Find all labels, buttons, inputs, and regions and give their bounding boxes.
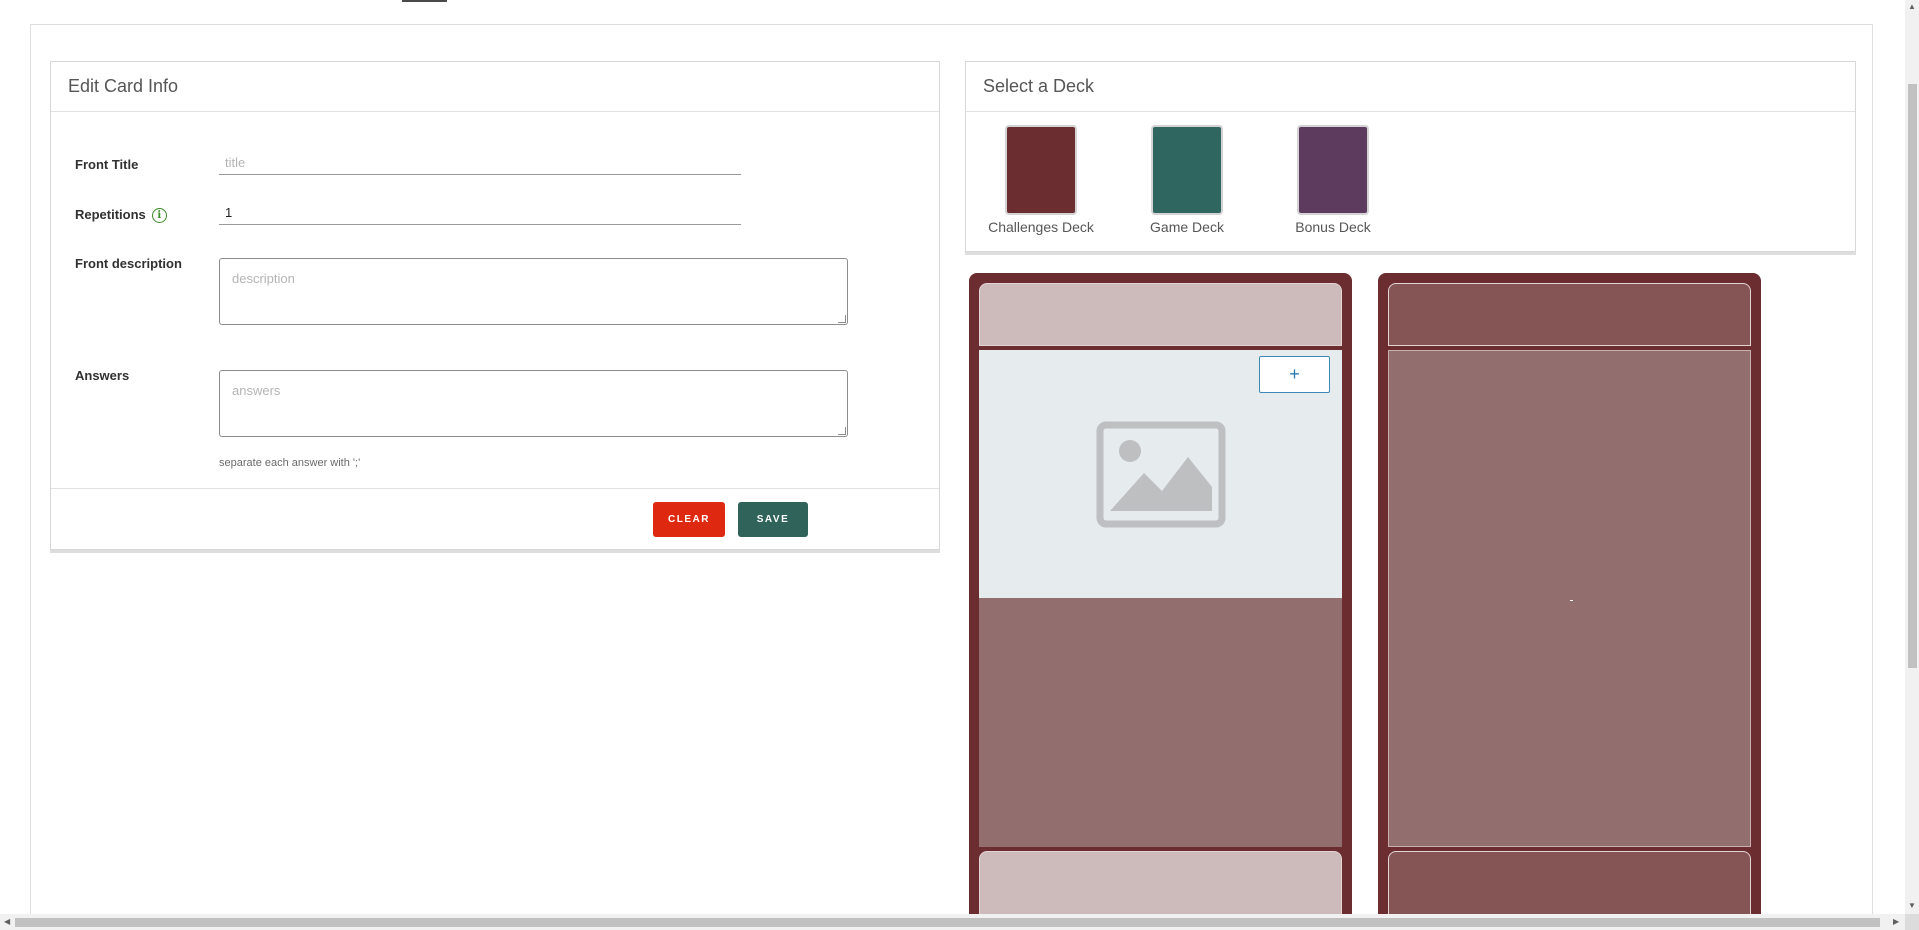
answers-hint: separate each answer with ';'	[219, 457, 361, 469]
deck-option-game[interactable]: Game Deck	[1127, 125, 1247, 235]
card-back-header[interactable]	[1388, 283, 1751, 346]
image-placeholder-icon	[1096, 421, 1226, 528]
front-title-input[interactable]	[219, 151, 741, 175]
scroll-up-icon[interactable]: ▲	[1908, 3, 1916, 11]
deck-select-panel: Select a Deck Challenges Deck Game Deck …	[965, 61, 1856, 252]
front-title-label: Front Title	[75, 157, 139, 172]
card-front-preview: +	[969, 273, 1352, 930]
edit-card-header: Edit Card Info	[51, 62, 939, 112]
deck-label: Challenges Deck	[988, 219, 1094, 235]
horizontal-scroll-thumb[interactable]	[15, 918, 1880, 927]
scrollbar-corner	[1905, 914, 1919, 930]
resize-grip-icon[interactable]	[838, 315, 846, 323]
card-back-text	[1570, 600, 1573, 601]
vertical-scroll-thumb[interactable]	[1908, 84, 1917, 668]
vertical-scrollbar[interactable]: ▲ ▼	[1905, 0, 1919, 914]
deck-swatch[interactable]	[1151, 125, 1223, 215]
card-front-image-area: +	[979, 350, 1342, 598]
deck-swatch[interactable]	[1297, 125, 1369, 215]
edit-card-panel: Edit Card Info Front Title Repetitionsi …	[50, 61, 940, 550]
nav-active-indicator	[402, 0, 447, 2]
horizontal-scrollbar[interactable]: ◀ ▶	[0, 914, 1905, 930]
deck-select-header: Select a Deck	[966, 62, 1855, 112]
repetitions-label: Repetitions	[75, 207, 146, 222]
deck-swatch[interactable]	[1005, 125, 1077, 215]
card-front-body[interactable]	[979, 598, 1342, 847]
repetitions-input[interactable]	[219, 201, 741, 225]
info-icon[interactable]: i	[151, 208, 167, 224]
answers-label: Answers	[75, 368, 130, 383]
divider	[51, 488, 939, 489]
front-description-label: Front description	[75, 256, 182, 271]
scroll-down-icon[interactable]: ▼	[1908, 902, 1916, 910]
deck-label: Game Deck	[1150, 219, 1224, 235]
resize-grip-icon[interactable]	[838, 427, 846, 435]
scroll-right-icon[interactable]: ▶	[1893, 918, 1899, 926]
deck-label: Bonus Deck	[1295, 219, 1371, 235]
deck-option-bonus[interactable]: Bonus Deck	[1273, 125, 1393, 235]
scroll-left-icon[interactable]: ◀	[4, 918, 10, 926]
card-back-body[interactable]	[1388, 350, 1751, 847]
repetitions-label-row: Repetitions i	[75, 207, 167, 224]
card-front-header[interactable]	[979, 283, 1342, 346]
add-image-button[interactable]: +	[1259, 356, 1330, 393]
card-back-preview	[1378, 273, 1761, 930]
save-button[interactable]: SAVE	[738, 502, 808, 537]
front-description-textarea[interactable]	[219, 258, 848, 325]
clear-button[interactable]: CLEAR	[653, 502, 725, 537]
answers-textarea[interactable]	[219, 370, 848, 437]
deck-option-challenges[interactable]: Challenges Deck	[981, 125, 1101, 235]
